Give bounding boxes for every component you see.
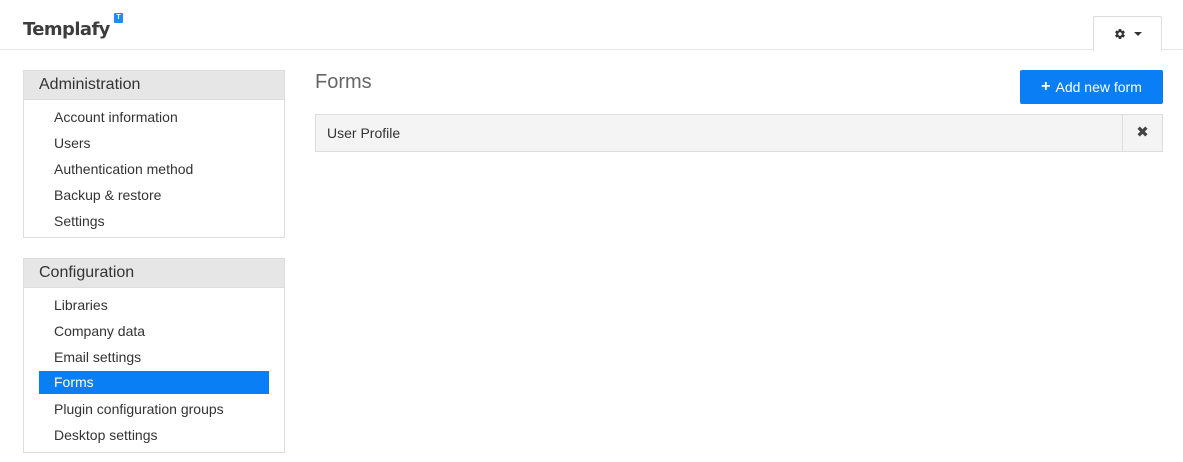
page-title: Forms — [315, 71, 372, 93]
plus-icon: + — [1041, 78, 1051, 95]
sidebar-item-plugin-configuration-groups[interactable]: Plugin configuration groups — [39, 396, 269, 422]
settings-dropdown-button[interactable] — [1093, 16, 1162, 51]
configuration-panel-title: Configuration — [24, 259, 284, 288]
administration-panel: Administration Account information Users… — [23, 70, 285, 238]
top-bar: Templafy T — [0, 0, 1183, 51]
sidebar-item-libraries[interactable]: Libraries — [39, 292, 269, 318]
sidebar-item-desktop-settings[interactable]: Desktop settings — [39, 422, 269, 448]
gear-icon — [1114, 28, 1125, 39]
close-icon: ✖ — [1136, 124, 1149, 141]
add-new-form-button[interactable]: + Add new form — [1020, 70, 1163, 104]
templafy-logo[interactable]: Templafy T — [23, 13, 123, 43]
sidebar-item-settings[interactable]: Settings — [39, 208, 269, 234]
chevron-down-icon — [1133, 31, 1142, 36]
configuration-menu: Libraries Company data Email settings Fo… — [24, 288, 284, 448]
delete-form-button[interactable]: ✖ — [1122, 115, 1162, 151]
configuration-panel: Configuration Libraries Company data Ema… — [23, 258, 285, 453]
add-new-form-label: Add new form — [1055, 79, 1142, 95]
logo-text: Templafy — [23, 19, 110, 40]
administration-menu: Account information Users Authentication… — [24, 100, 284, 234]
sidebar-item-email-settings[interactable]: Email settings — [39, 344, 269, 370]
sidebar-item-backup-restore[interactable]: Backup & restore — [39, 182, 269, 208]
form-list-item: User Profile ✖ — [315, 114, 1163, 152]
sidebar-item-forms[interactable]: Forms — [39, 371, 269, 394]
form-name-link[interactable]: User Profile — [327, 115, 400, 151]
sidebar-item-authentication-method[interactable]: Authentication method — [39, 156, 269, 182]
administration-panel-title: Administration — [24, 71, 284, 100]
sidebar-item-users[interactable]: Users — [39, 130, 269, 156]
logo-badge: T — [114, 13, 123, 23]
sidebar-item-company-data[interactable]: Company data — [39, 318, 269, 344]
sidebar-item-account-information[interactable]: Account information — [39, 104, 269, 130]
